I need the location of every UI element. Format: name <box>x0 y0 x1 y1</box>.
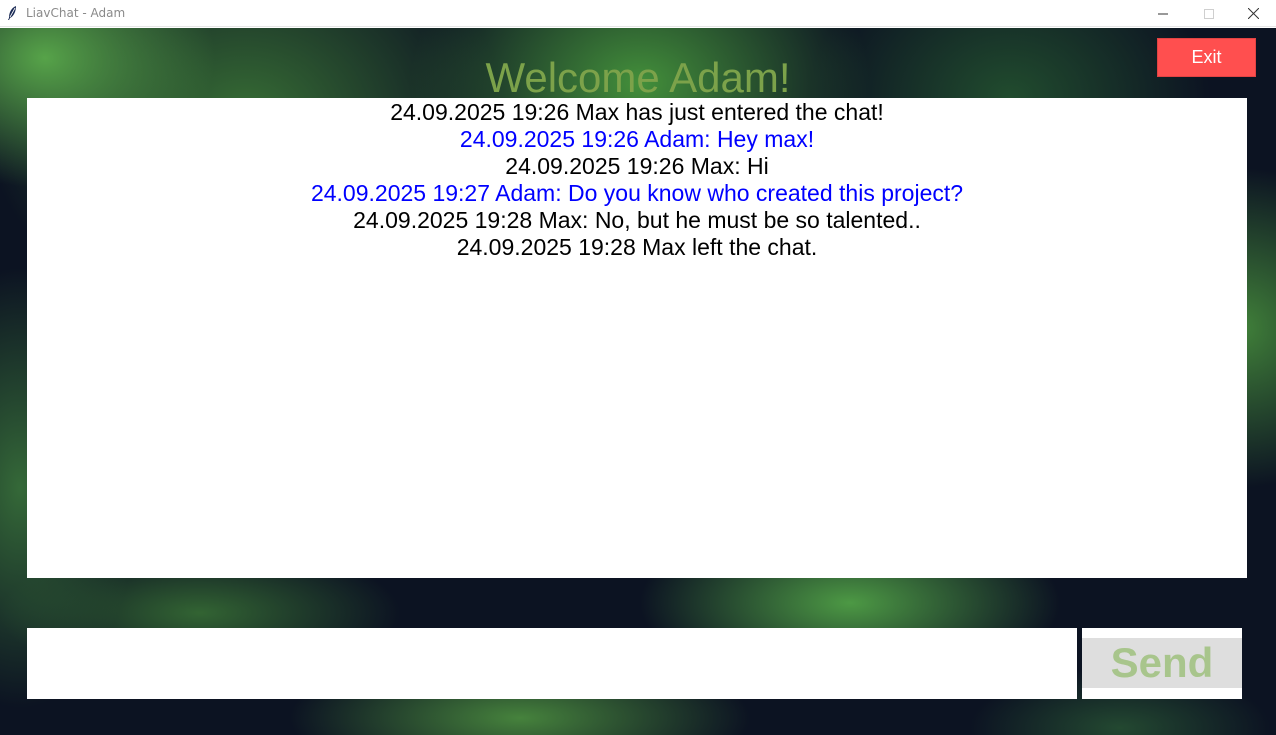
maximize-icon <box>1204 8 1214 19</box>
window-title: LiavChat - Adam <box>26 6 126 20</box>
chat-message: 24.09.2025 19:28 Max left the chat. <box>456 234 818 260</box>
chat-message: 24.09.2025 19:28 Max: No, but he must be… <box>353 207 921 233</box>
chat-log[interactable]: 24.09.2025 19:26 Max has just entered th… <box>27 98 1247 578</box>
maximize-button[interactable] <box>1186 0 1232 27</box>
chat-message: 24.09.2025 19:26 Max has just entered th… <box>390 99 884 125</box>
exit-button[interactable]: Exit <box>1157 38 1256 77</box>
message-input[interactable] <box>27 628 1077 699</box>
send-button[interactable]: Send <box>1082 628 1242 699</box>
close-icon <box>1247 8 1259 19</box>
welcome-heading: Welcome Adam! <box>485 54 791 101</box>
minimize-icon <box>1158 13 1168 14</box>
close-button[interactable] <box>1230 0 1276 27</box>
feather-icon <box>8 6 16 20</box>
chat-message: 24.09.2025 19:26 Max: Hi <box>505 153 769 179</box>
chat-message: 24.09.2025 19:26 Adam: Hey max! <box>459 126 815 152</box>
send-button-label: Send <box>1082 638 1242 688</box>
minimize-button[interactable] <box>1140 0 1186 27</box>
title-bar: LiavChat - Adam <box>0 0 1276 27</box>
chat-message: 24.09.2025 19:27 Adam: Do you know who c… <box>310 180 964 206</box>
